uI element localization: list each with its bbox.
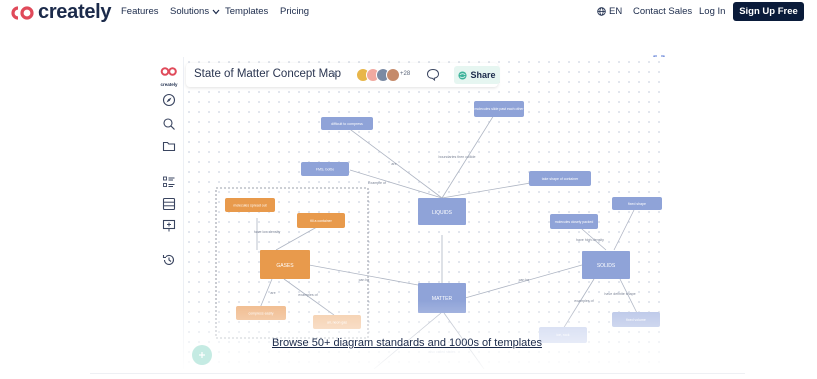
logo-text: creately: [38, 1, 112, 23]
database-icon[interactable]: [162, 197, 176, 211]
node-fixed-shape-label: fixed shape: [628, 202, 646, 206]
edge: [441, 106, 500, 199]
nav-solutions[interactable]: Solutions: [170, 6, 220, 17]
share-button[interactable]: Share: [454, 66, 500, 84]
language-selector[interactable]: EN: [597, 6, 622, 17]
creately-mark-icon: [160, 67, 177, 76]
node-difficult-label: difficult to compress: [331, 122, 363, 126]
list-icon[interactable]: [162, 175, 176, 189]
node-bottom-label: also called states: [429, 350, 456, 354]
plus-icon: [199, 352, 205, 358]
nav-features[interactable]: Features: [121, 6, 159, 17]
editor-left-toolbar: creately: [154, 57, 184, 369]
node-take-shape-label: take shape of container: [542, 177, 579, 181]
edge-label: examples of: [298, 293, 317, 297]
globe-icon: [597, 7, 606, 16]
edge-label: have low density: [254, 230, 281, 234]
document-title[interactable]: State of Matter Concept Map: [194, 68, 341, 80]
node-fill-container-label: fill a container: [310, 219, 332, 223]
browse-templates-link[interactable]: Browse 50+ diagram standards and 1000s o…: [272, 337, 542, 349]
node-ice-label: ice, rock: [556, 333, 569, 337]
node-fills-label: FMS, bottle: [316, 168, 334, 172]
concept-map-canvas: molecules slide past each other difficul…: [215, 101, 662, 369]
nav-pricing[interactable]: Pricing: [280, 6, 309, 17]
node-molecules-closely-label: molecules closely packed: [555, 220, 594, 224]
add-button[interactable]: [192, 345, 212, 365]
node-solids-label: SOLIDS: [597, 263, 616, 269]
edge-label: have high density: [576, 238, 604, 242]
edge: [562, 278, 595, 330]
nav-solutions-label: Solutions: [170, 6, 210, 17]
edge-label: are: [270, 291, 275, 295]
rail-logo: creately: [158, 63, 180, 87]
edge: [283, 278, 335, 316]
edge-label: have definite shape: [604, 292, 635, 296]
presentation-icon[interactable]: [162, 219, 176, 233]
comment-icon[interactable]: [426, 68, 440, 81]
edge-label: can be: [519, 278, 530, 282]
history-icon[interactable]: [162, 253, 176, 267]
edge: [308, 264, 419, 286]
node-compress-easily-label: compress easily: [248, 312, 273, 316]
node-matter-label: MATTER: [432, 296, 453, 302]
edge: [349, 169, 443, 199]
search-icon[interactable]: [162, 117, 176, 131]
rail-logo-text: creately: [160, 82, 178, 87]
document-title-bar: State of Matter Concept Map ▼ +28 Share: [186, 63, 500, 87]
avatar: [386, 68, 400, 82]
edge-label: examples of: [574, 299, 593, 303]
divider: [90, 373, 745, 374]
creately-logo[interactable]: creately: [8, 1, 112, 24]
edge-label: are: [391, 162, 396, 166]
node-top-center-label: molecules slide past each other: [474, 107, 524, 111]
share-label: Share: [470, 70, 496, 80]
node-molecule-spread-label: molecules spread out: [233, 204, 266, 208]
chevron-down-icon[interactable]: ▼: [331, 71, 338, 78]
edge: [613, 209, 635, 251]
language-label: EN: [609, 6, 623, 17]
signup-button[interactable]: Sign Up Free: [733, 2, 804, 21]
nav-login[interactable]: Log In: [699, 6, 725, 17]
edge: [619, 278, 639, 316]
editor-preview[interactable]: molecules slide past each other difficul…: [154, 57, 668, 369]
node-liquids-label: LIQUIDS: [432, 210, 453, 216]
creately-logo-icon: [11, 5, 34, 20]
edge-label: can be: [359, 278, 370, 282]
edge-label: boundaries then collide: [439, 155, 476, 159]
chevron-down-icon: [212, 9, 220, 14]
folder-icon[interactable]: [162, 139, 176, 153]
node-gases-label: GASES: [276, 263, 294, 269]
avatar-overflow-count: +28: [400, 71, 411, 77]
node-fixed-volume-label: fixed volume: [626, 318, 646, 322]
top-nav: creately Features Solutions Templates Pr…: [0, 0, 817, 28]
edge-label: Example of: [368, 181, 386, 185]
compass-icon[interactable]: [162, 93, 176, 107]
globe-icon: [458, 70, 468, 80]
node-air-label: air, neon gas: [327, 321, 347, 325]
nav-templates[interactable]: Templates: [225, 6, 268, 17]
nav-contact-sales[interactable]: Contact Sales: [633, 6, 692, 17]
